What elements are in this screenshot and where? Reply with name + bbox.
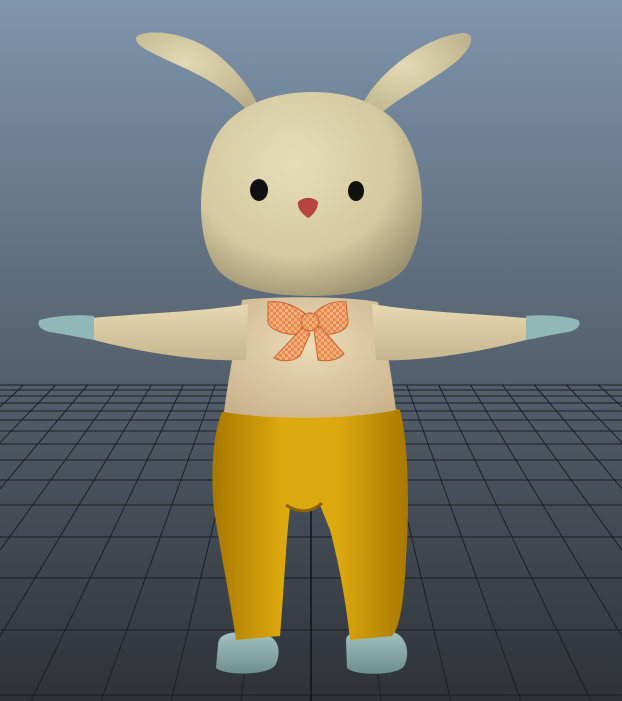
right-eye (348, 181, 364, 201)
3d-viewport[interactable] (0, 0, 622, 701)
head[interactable] (200, 92, 422, 296)
left-eye (250, 179, 268, 201)
viewport-scene[interactable] (0, 0, 622, 701)
bow-knot (300, 312, 320, 332)
